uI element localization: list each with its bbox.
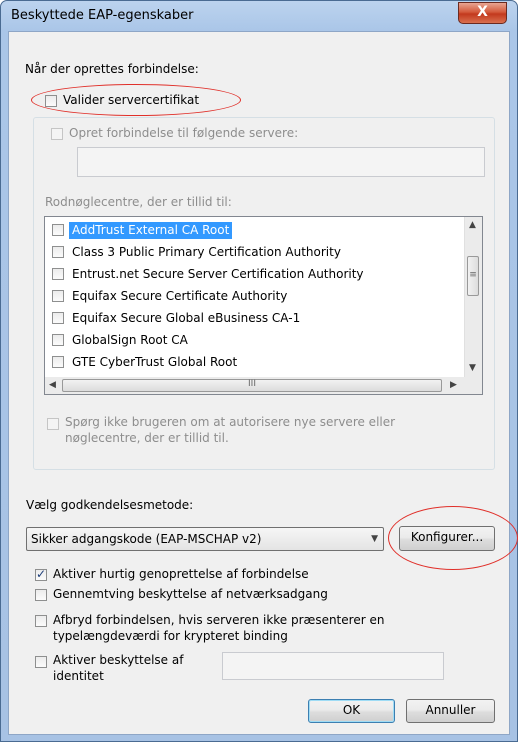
- trusted-ca-heading: Rodnøglecentre, der er tillid til:: [45, 195, 232, 209]
- identity-input[interactable]: [222, 652, 444, 680]
- ca-item-checkbox[interactable]: [52, 312, 64, 324]
- ca-list-item[interactable]: AddTrust External CA Root: [49, 220, 449, 241]
- ca-list-item[interactable]: GTE CyberTrust Global Root: [49, 352, 449, 373]
- horizontal-scrollbar[interactable]: ◀ III ▶: [45, 377, 466, 394]
- connect-servers-checkbox[interactable]: [51, 128, 63, 140]
- connect-servers-label[interactable]: Opret forbindelse til følgende servere:: [69, 126, 298, 140]
- ca-item-label: Entrust.net Secure Server Certification …: [72, 267, 364, 281]
- auth-method-value: Sikker adgangskode (EAP-MSCHAP v2): [31, 532, 262, 546]
- title-bar[interactable]: Beskyttede EAP-egenskaber X: [1, 1, 517, 31]
- ok-button[interactable]: OK: [308, 699, 395, 723]
- ca-item-label: Equifax Secure Certificate Authority: [72, 289, 288, 303]
- ca-item-checkbox[interactable]: [52, 224, 64, 236]
- ca-item-checkbox[interactable]: [52, 290, 64, 302]
- grip-icon: III: [248, 379, 256, 389]
- identity-label-line2[interactable]: identitet: [53, 669, 104, 683]
- scroll-corner: [465, 377, 482, 394]
- nap-label[interactable]: Gennemtving beskyttelse af netværksadgan…: [53, 587, 328, 601]
- grip-icon: ≡: [469, 270, 477, 280]
- connect-heading: Når der oprettes forbindelse:: [25, 62, 199, 76]
- ca-list-item[interactable]: Equifax Secure Certificate Authority: [49, 286, 449, 307]
- scroll-right-icon[interactable]: ▶: [450, 380, 457, 390]
- chevron-down-icon: ▼: [371, 534, 378, 544]
- scroll-down-icon[interactable]: ▼: [469, 363, 476, 373]
- window-title: Beskyttede EAP-egenskaber: [11, 8, 194, 23]
- disconnect-label-line1[interactable]: Afbryd forbindelsen, hvis serveren ikke …: [53, 613, 384, 627]
- vertical-scrollbar[interactable]: ▲ ≡ ▼: [464, 217, 482, 379]
- prompt-user-label-line2[interactable]: nøglecentre, der er tillid til.: [65, 431, 229, 445]
- ca-item-label: Equifax Secure Global eBusiness CA-1: [72, 311, 301, 325]
- ca-item-label: Class 3 Public Primary Certification Aut…: [72, 245, 341, 259]
- fast-reconnect-label[interactable]: Aktiver hurtig genoprettelse af forbinde…: [53, 567, 309, 581]
- close-icon: X: [477, 4, 488, 20]
- prompt-user-checkbox[interactable]: [47, 418, 59, 430]
- configure-button[interactable]: Konfigurer...: [399, 526, 495, 551]
- cancel-button[interactable]: Annuller: [406, 699, 495, 723]
- ca-item-label: GlobalSign Root CA: [72, 333, 188, 347]
- auth-method-dropdown[interactable]: Sikker adgangskode (EAP-MSCHAP v2) ▼: [26, 527, 384, 551]
- ca-list-item[interactable]: GlobalSign Root CA: [49, 330, 449, 351]
- ca-item-checkbox[interactable]: [52, 334, 64, 346]
- validate-cert-label[interactable]: Valider servercertifikat: [63, 93, 199, 107]
- servers-input[interactable]: [77, 147, 485, 177]
- ca-item-checkbox[interactable]: [52, 356, 64, 368]
- prompt-user-label-line1[interactable]: Spørg ikke brugeren om at autorisere nye…: [65, 415, 395, 429]
- auth-method-heading: Vælg godkendelsesmetode:: [26, 498, 194, 512]
- nap-checkbox[interactable]: [35, 589, 47, 601]
- trusted-ca-list[interactable]: AddTrust External CA Root Class 3 Public …: [44, 216, 483, 395]
- dialog-window: Beskyttede EAP-egenskaber X Når der opre…: [0, 0, 518, 742]
- ca-list-item[interactable]: Entrust.net Secure Server Certification …: [49, 264, 449, 285]
- vertical-scroll-thumb[interactable]: ≡: [467, 256, 479, 296]
- ca-item-label: AddTrust External CA Root: [69, 222, 233, 239]
- dialog-client-area: Når der oprettes forbindelse: Valider se…: [8, 31, 518, 735]
- scroll-left-icon[interactable]: ◀: [49, 380, 56, 390]
- validate-cert-checkbox[interactable]: [45, 95, 57, 107]
- ca-item-checkbox[interactable]: [52, 268, 64, 280]
- disconnect-checkbox[interactable]: [35, 615, 47, 627]
- ca-list-item[interactable]: Class 3 Public Primary Certification Aut…: [49, 242, 449, 263]
- ca-list-item[interactable]: Equifax Secure Global eBusiness CA-1: [49, 308, 449, 329]
- identity-privacy-checkbox[interactable]: [35, 656, 47, 668]
- ca-item-checkbox[interactable]: [52, 246, 64, 258]
- fast-reconnect-checkbox[interactable]: [35, 567, 47, 581]
- close-button[interactable]: X: [458, 2, 507, 24]
- ca-item-label: GTE CyberTrust Global Root: [72, 355, 238, 369]
- disconnect-label-line2[interactable]: typelængdeværdi for krypteret binding: [53, 629, 288, 643]
- identity-label-line1[interactable]: Aktiver beskyttelse af: [53, 653, 183, 667]
- horizontal-scroll-thumb[interactable]: III: [62, 379, 442, 392]
- scroll-up-icon[interactable]: ▲: [469, 220, 476, 230]
